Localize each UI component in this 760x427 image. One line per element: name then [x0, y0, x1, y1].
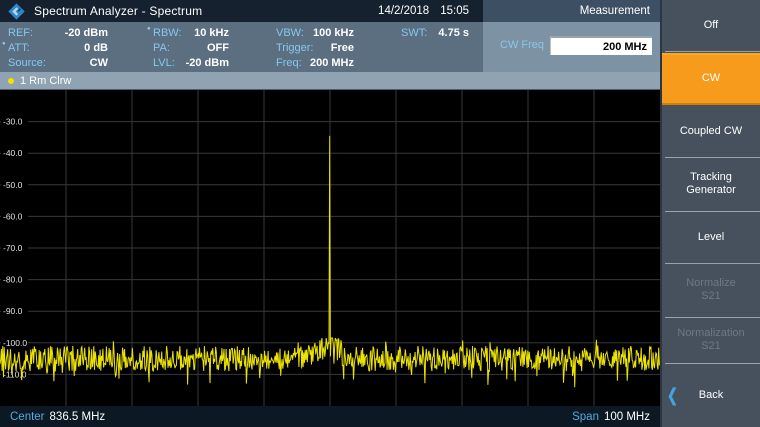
setting-label: SWT: — [401, 27, 435, 39]
y-axis-tick-label: -100.0 — [3, 338, 27, 348]
setting-value: -20 dBm — [186, 57, 229, 69]
center-frequency-readout[interactable]: Center 836.5 MHz — [10, 411, 105, 423]
setting-value: 0 dB — [84, 42, 108, 54]
spectrum-chart: -30.0 -40.0 -50.0 -60.0 -70.0 -80.0 -90.0 -100.… — [0, 89, 660, 406]
setting-value: CW — [90, 57, 108, 69]
softkey-coupled-cw[interactable]: Coupled CW — [662, 105, 760, 157]
setting-label: PA: — [153, 42, 178, 54]
trace-color-dot — [8, 78, 14, 84]
setting-label: Source: — [8, 57, 54, 69]
spectrum-analyzer-screen: Spectrum Analyzer - Spectrum 14/2/2018 1… — [0, 0, 760, 427]
setting-label: Freq: — [276, 57, 310, 69]
setting-row-lvl: LVL:-20 dBm — [153, 56, 229, 71]
setting-row-swt: SWT:4.75 s — [401, 25, 469, 40]
softkey-label: NormalizationS21 — [677, 327, 744, 353]
setting-row-ref: REF: -20 dBm — [8, 25, 108, 40]
setting-label: ●RBW: — [153, 27, 190, 39]
setting-row-freq: Freq:200 MHz — [276, 56, 354, 71]
softkey-label: CW — [702, 72, 720, 85]
settings-readout-panel: REF: -20 dBm ●ATT: 0 dB Source: CW ●RBW: 10 kHz… — [0, 22, 483, 72]
setting-value: Free — [331, 42, 354, 54]
y-axis-tick-label: -70.0 — [3, 243, 23, 253]
second-row: REF: -20 dBm ●ATT: 0 dB Source: CW ●RBW: 10 kHz… — [0, 22, 660, 72]
softkey-label: Level — [698, 231, 724, 244]
center-label: Center — [10, 411, 45, 423]
main-area: Spectrum Analyzer - Spectrum 14/2/2018 1… — [0, 0, 660, 427]
y-axis-tick-label: -40.0 — [3, 148, 23, 158]
cw-freq-label: CW Freq — [500, 39, 544, 51]
setting-value: 10 kHz — [194, 27, 229, 39]
softkey-label: TrackingGenerator — [686, 171, 736, 197]
softkey-label: Off — [704, 19, 718, 32]
settings-column: VBW:100 kHz Trigger: Free Freq:200 MHz — [276, 25, 354, 71]
setting-label: ●ATT: — [8, 42, 38, 54]
top-row: Spectrum Analyzer - Spectrum 14/2/2018 1… — [0, 0, 660, 22]
date-label: 14/2/2018 — [378, 5, 429, 17]
softkey-cw[interactable]: CW — [662, 51, 760, 105]
softkey-off[interactable]: Off — [662, 0, 760, 51]
softkey-level[interactable]: Level — [662, 211, 760, 263]
settings-column: REF: -20 dBm ●ATT: 0 dB Source: CW — [8, 25, 108, 71]
coupled-setting-dot-icon: ● — [2, 41, 6, 47]
softkey-menu: Off CW Coupled CW TrackingGenerator Level Nor… — [660, 0, 760, 427]
measurement-panel-body: CW Freq 200 MHz — [483, 22, 660, 72]
center-value: 836.5 MHz — [50, 411, 106, 423]
spectrum-trace-plot: -30.0 -40.0 -50.0 -60.0 -70.0 -80.0 -90.0 -100.… — [0, 90, 660, 406]
y-axis-tick-label: -90.0 — [3, 306, 23, 316]
titlebar: Spectrum Analyzer - Spectrum 14/2/2018 1… — [0, 0, 483, 22]
softkey-label: Coupled CW — [680, 125, 742, 138]
y-axis-tick-label: -80.0 — [3, 275, 23, 285]
setting-value: -20 dBm — [65, 27, 108, 39]
trace-label: 1 Rm Clrw — [20, 75, 71, 87]
setting-row-att: ●ATT: 0 dB — [8, 40, 108, 55]
setting-row-vbw: VBW:100 kHz — [276, 25, 354, 40]
setting-value: 200 MHz — [310, 57, 354, 69]
softkey-normalize-s21: NormalizeS21 — [662, 263, 760, 317]
softkey-label: NormalizeS21 — [686, 277, 736, 303]
setting-row-source: Source: CW — [8, 56, 108, 71]
coupled-setting-dot-icon: ● — [147, 26, 151, 32]
measurement-panel-header: Measurement — [483, 0, 660, 22]
y-axis-tick-label: -60.0 — [3, 211, 23, 221]
span-label: Span — [572, 411, 599, 423]
settings-column: SWT:4.75 s — [401, 25, 469, 40]
datetime: 14/2/2018 15:05 — [378, 5, 477, 17]
setting-value: 100 kHz — [313, 27, 354, 39]
y-axis-tick-label: -50.0 — [3, 180, 23, 190]
setting-label: REF: — [8, 27, 41, 39]
span-readout[interactable]: Span 100 MHz — [572, 411, 650, 423]
rohde-schwarz-logo-icon — [8, 3, 25, 20]
y-axis-tick-label: -30.0 — [3, 117, 23, 127]
settings-column: ●RBW: 10 kHz PA: OFF LVL:-20 dBm — [153, 25, 229, 71]
window-title: Spectrum Analyzer - Spectrum — [34, 4, 202, 18]
setting-label: Trigger: — [276, 42, 322, 54]
softkey-label: Back — [699, 389, 723, 402]
setting-row-trigger: Trigger: Free — [276, 40, 354, 55]
softkey-back[interactable]: ❮ Back — [662, 363, 760, 427]
setting-value: 4.75 s — [438, 27, 469, 39]
softkey-normalization-s21: NormalizationS21 — [662, 317, 760, 363]
y-axis-tick-label: -110.0 — [3, 369, 27, 379]
time-label: 15:05 — [440, 5, 469, 17]
back-chevron-icon: ❮ — [667, 386, 678, 404]
setting-row-pa: PA: OFF — [153, 40, 229, 55]
span-value: 100 MHz — [604, 411, 650, 423]
setting-label: LVL: — [153, 57, 183, 69]
setting-row-rbw: ●RBW: 10 kHz — [153, 25, 229, 40]
setting-value: OFF — [207, 42, 229, 54]
setting-label: VBW: — [276, 27, 312, 39]
cw-freq-input[interactable]: 200 MHz — [550, 36, 652, 55]
trace-info-bar[interactable]: 1 Rm Clrw — [0, 72, 660, 89]
softkey-tracking-generator[interactable]: TrackingGenerator — [662, 157, 760, 211]
x-axis-bar: Center 836.5 MHz Span 100 MHz — [0, 406, 660, 427]
